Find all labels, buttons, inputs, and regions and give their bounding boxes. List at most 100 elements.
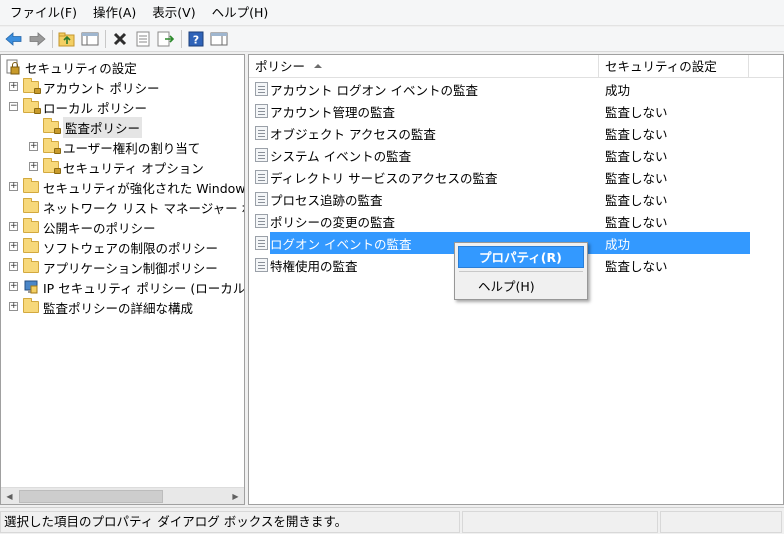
horizontal-scrollbar[interactable]: ◀ ▶: [1, 487, 244, 504]
properties-icon[interactable]: [133, 29, 153, 49]
list-row[interactable]: ポリシーの変更の監査 監査しない: [255, 210, 755, 232]
tree-item-label: 監査ポリシーの詳細な構成: [43, 300, 194, 316]
list-row[interactable]: オブジェクト アクセスの監査 監査しない: [255, 122, 755, 144]
tree-item-audit-policy[interactable]: 監査ポリシー: [43, 116, 143, 138]
expand-toggle[interactable]: +: [9, 282, 18, 291]
column-header-security-setting[interactable]: セキュリティの設定: [599, 55, 749, 78]
list-row[interactable]: アカウント管理の監査 監査しない: [255, 100, 755, 122]
menu-view[interactable]: 表示(V): [144, 0, 203, 26]
toolbar-separator: [181, 30, 182, 48]
tree-item-advanced-audit[interactable]: 監査ポリシーの詳細な構成: [23, 297, 193, 317]
context-menu: プロパティ(R) ヘルプ(H): [454, 242, 588, 300]
tree-item-account-policy[interactable]: アカウント ポリシー: [23, 77, 159, 97]
help-icon[interactable]: ?: [186, 29, 206, 49]
forward-arrow-icon[interactable]: [27, 29, 47, 49]
tree-item-software-restriction[interactable]: ソフトウェアの制限のポリシー: [23, 237, 218, 257]
show-hide-action-pane-icon[interactable]: [209, 29, 229, 49]
svg-text:?: ?: [193, 34, 199, 47]
folder-icon: [23, 258, 39, 273]
column-header-policy[interactable]: ポリシー: [249, 55, 599, 78]
expand-toggle[interactable]: +: [9, 302, 18, 311]
tree-item-ip-security[interactable]: IP セキュリティ ポリシー (ローカル: [23, 277, 244, 297]
column-header-label: ポリシー: [255, 59, 306, 74]
policy-icon: [255, 170, 268, 184]
menu-bar: ファイル(F) 操作(A) 表示(V) ヘルプ(H): [0, 0, 784, 26]
tree-root-label: セキュリティの設定: [25, 60, 137, 76]
tree-item-user-rights[interactable]: ユーザー権利の割り当て: [43, 137, 200, 157]
status-bar: 選択した項目のプロパティ ダイアログ ボックスを開きます。: [0, 507, 784, 534]
tree-item-network-list-manager[interactable]: ネットワーク リスト マネージャー ポ: [23, 197, 245, 217]
tree-item-label: ネットワーク リスト マネージャー ポ: [43, 200, 245, 216]
policy-icon: [255, 214, 268, 228]
tree-item-label: 公開キーのポリシー: [43, 220, 156, 236]
policy-icon: [255, 126, 268, 140]
scrollbar-thumb[interactable]: [19, 490, 163, 503]
expand-toggle[interactable]: +: [9, 222, 18, 231]
show-hide-tree-icon[interactable]: [80, 29, 100, 49]
tree-item-security-options[interactable]: セキュリティ オプション: [43, 157, 204, 177]
expand-toggle[interactable]: +: [29, 142, 38, 151]
collapse-toggle[interactable]: −: [9, 102, 18, 111]
menu-help[interactable]: ヘルプ(H): [204, 0, 277, 26]
toolbar: ?: [0, 27, 784, 52]
locked-folder-icon: [43, 138, 61, 154]
tree-item-label: アプリケーション制御ポリシー: [43, 260, 218, 276]
tree-item-application-control[interactable]: アプリケーション制御ポリシー: [23, 257, 218, 277]
list-row[interactable]: アカウント ログオン イベントの監査 成功: [255, 78, 755, 100]
tree-item-label: ユーザー権利の割り当て: [63, 140, 201, 156]
locked-folder-icon: [43, 158, 61, 174]
scroll-left-icon[interactable]: ◀: [1, 488, 18, 504]
expand-toggle[interactable]: +: [9, 242, 18, 251]
expand-toggle[interactable]: +: [29, 162, 38, 171]
list-row[interactable]: ディレクトリ サービスのアクセスの監査 監査しない: [255, 166, 755, 188]
policy-name: ディレクトリ サービスのアクセスの監査: [270, 170, 498, 186]
policy-icon: [255, 104, 268, 118]
context-menu-separator: [459, 271, 583, 272]
policy-setting: 監査しない: [605, 214, 668, 230]
policy-name: システム イベントの監査: [270, 148, 412, 164]
policy-name: アカウント ログオン イベントの監査: [270, 82, 478, 98]
export-list-icon[interactable]: [156, 29, 176, 49]
status-cell-empty: [462, 511, 658, 533]
tree-item-public-key-policies[interactable]: 公開キーのポリシー: [23, 217, 156, 237]
menu-action[interactable]: 操作(A): [85, 0, 144, 26]
tree-item-label: ソフトウェアの制限のポリシー: [43, 240, 219, 256]
policy-icon: [255, 258, 268, 272]
tree-item-label: アカウント ポリシー: [43, 80, 160, 96]
toolbar-separator: [105, 30, 106, 48]
list-row[interactable]: システム イベントの監査 監査しない: [255, 144, 755, 166]
folder-icon: [23, 298, 39, 313]
locked-folder-icon: [43, 118, 61, 134]
policy-icon: [255, 236, 268, 250]
locked-folder-icon: [23, 78, 41, 94]
policy-setting: 監査しない: [605, 126, 668, 142]
sort-ascending-icon: [314, 64, 322, 68]
policy-icon: [255, 82, 268, 96]
folder-icon: [23, 178, 39, 193]
back-arrow-icon[interactable]: [4, 29, 24, 49]
tree-item-windows-firewall[interactable]: セキュリティが強化された Windows: [23, 177, 245, 197]
policy-icon: [255, 148, 268, 162]
context-menu-properties[interactable]: プロパティ(R): [458, 246, 584, 268]
tree-item-label: セキュリティ オプション: [63, 160, 204, 176]
menu-file[interactable]: ファイル(F): [2, 0, 85, 26]
tree-item-local-policy[interactable]: ローカル ポリシー: [23, 97, 147, 117]
status-text: 選択した項目のプロパティ ダイアログ ボックスを開きます。: [0, 511, 460, 533]
policy-setting: 監査しない: [605, 170, 668, 186]
locked-folder-icon: [23, 98, 41, 114]
folder-icon: [23, 238, 39, 253]
tree-item-label: セキュリティが強化された Windows: [43, 180, 245, 196]
expand-toggle[interactable]: +: [9, 262, 18, 271]
tree-item-label: 監査ポリシー: [63, 116, 143, 138]
expand-toggle[interactable]: +: [9, 82, 18, 91]
policy-setting: 監査しない: [605, 192, 668, 208]
list-row[interactable]: プロセス追跡の監査 監査しない: [255, 188, 755, 210]
folder-icon: [23, 198, 39, 213]
up-folder-icon[interactable]: [57, 29, 77, 49]
tree-root[interactable]: セキュリティの設定: [5, 57, 137, 77]
expand-toggle[interactable]: +: [9, 182, 18, 191]
context-menu-help[interactable]: ヘルプ(H): [458, 276, 584, 298]
toolbar-separator: [52, 30, 53, 48]
scroll-right-icon[interactable]: ▶: [227, 488, 244, 504]
delete-icon[interactable]: [110, 29, 130, 49]
